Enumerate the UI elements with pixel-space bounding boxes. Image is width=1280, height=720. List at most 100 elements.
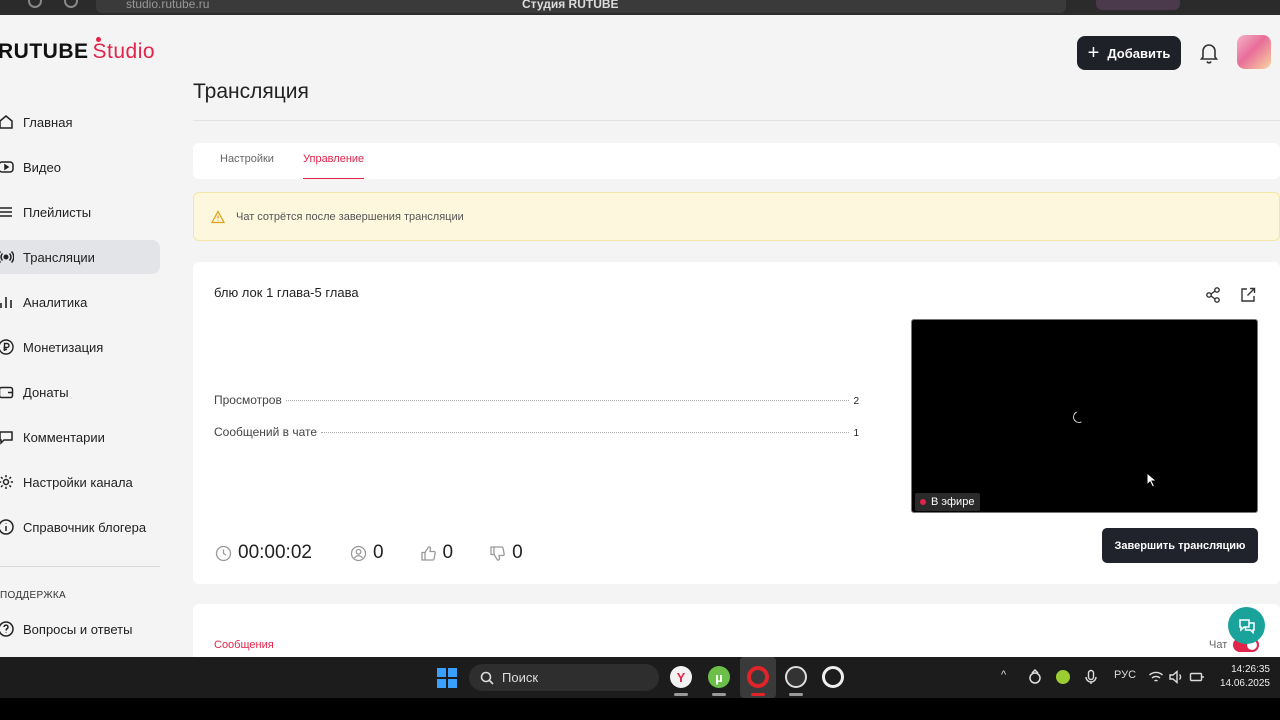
- tray-chevron-icon[interactable]: ^: [1001, 669, 1006, 681]
- user-icon: [350, 545, 367, 561]
- ruble-icon: [0, 339, 14, 355]
- microphone-icon[interactable]: [1083, 669, 1099, 685]
- dislikes-counter: 0: [489, 542, 523, 564]
- broadcast-icon: [0, 249, 14, 265]
- rutube-studio-logo[interactable]: RUTUBE Studio: [0, 37, 155, 64]
- stat-value: 1: [853, 428, 859, 439]
- back-icon[interactable]: [28, 0, 42, 8]
- info-icon: [0, 519, 14, 535]
- sidebar-item-home[interactable]: Главная: [0, 105, 160, 139]
- avatar[interactable]: [1237, 35, 1271, 69]
- sidebar-item-donations[interactable]: Донаты: [0, 375, 160, 409]
- stat-label: Просмотров: [214, 393, 282, 407]
- window-title: Студия RUTUBE: [522, 0, 619, 11]
- yandex-browser-icon[interactable]: Y: [670, 666, 692, 688]
- viewers-counter: 0: [350, 542, 384, 564]
- sidebar-item-channel-settings[interactable]: Настройки канала: [0, 465, 160, 499]
- logo-brand: RUTUBE: [0, 40, 89, 63]
- tabs-bar: Настройки Управление: [193, 143, 1280, 179]
- sidebar-item-faq[interactable]: Вопросы и ответы: [0, 612, 160, 646]
- clock-icon: [215, 545, 232, 561]
- tray-app-icon[interactable]: [1027, 669, 1043, 685]
- stream-title: блю лок 1 глава-5 глава: [214, 285, 359, 300]
- search-placeholder: Поиск: [502, 670, 539, 685]
- sidebar-item-label: Аналитика: [23, 294, 88, 310]
- windows-start-icon[interactable]: [437, 668, 457, 688]
- stat-value: 2: [853, 396, 859, 407]
- mouse-cursor-icon: [1146, 472, 1158, 488]
- reload-icon[interactable]: [64, 0, 78, 8]
- gear-icon: [0, 474, 14, 490]
- share-icon[interactable]: [1204, 286, 1222, 304]
- analytics-icon: [0, 294, 14, 310]
- stat-leader: [321, 432, 850, 433]
- battery-icon[interactable]: [1189, 669, 1205, 685]
- chat-warning-banner: Чат сотрётся после завершения трансляции: [193, 192, 1280, 241]
- tab-messages[interactable]: Сообщения: [214, 639, 274, 651]
- comment-icon: [0, 429, 14, 445]
- playlist-icon: [0, 204, 14, 220]
- browser-profile-pill[interactable]: [1096, 0, 1180, 10]
- end-stream-button[interactable]: Завершить трансляцию: [1102, 528, 1258, 563]
- sidebar-item-label: Вопросы и ответы: [23, 621, 133, 637]
- chat-toggle-label: Чат: [1209, 639, 1228, 651]
- sidebar-item-broadcasts[interactable]: Трансляции: [0, 240, 160, 274]
- warning-text: Чат сотрётся после завершения трансляции: [236, 210, 464, 223]
- support-chat-button[interactable]: [1228, 607, 1265, 644]
- windows-taskbar: Поиск Y µ ^ РУС 14:26:35 14.06.2025: [0, 657, 1280, 698]
- wallet-icon: [0, 384, 14, 400]
- browser-chrome: studio.rutube.ru Студия RUTUBE: [0, 0, 1280, 15]
- timer-value: 00:00:02: [238, 542, 312, 563]
- sidebar-item-label: Видео: [23, 159, 61, 175]
- tab-management[interactable]: Управление: [303, 143, 365, 179]
- sidebar-item-playlists[interactable]: Плейлисты: [0, 195, 160, 229]
- tray-status-icon[interactable]: [1055, 669, 1071, 685]
- studio-app: RUTUBE Studio + Добавить Главная Видео Пл…: [0, 15, 1280, 657]
- utorrent-icon[interactable]: µ: [708, 666, 730, 688]
- chat-card: Сообщения Чат: [193, 604, 1280, 657]
- stream-card: блю лок 1 глава-5 глава Просмотров 2 Соо…: [193, 262, 1280, 584]
- thumbs-up-icon: [420, 545, 436, 561]
- language-indicator[interactable]: РУС: [1114, 669, 1136, 681]
- stream-preview-player[interactable]: В эфире: [911, 319, 1258, 513]
- sidebar-item-label: Комментарии: [23, 429, 105, 445]
- obs-icon[interactable]: [785, 666, 807, 688]
- sidebar: Главная Видео Плейлисты Трансляции Анали…: [0, 90, 165, 657]
- dislikes-value: 0: [512, 542, 523, 563]
- sidebar-item-label: Главная: [23, 114, 73, 130]
- screen-bottom-edge: [0, 698, 1280, 720]
- taskbar-indicator: [751, 693, 765, 696]
- taskbar-clock[interactable]: 14:26:35 14.06.2025: [1218, 663, 1270, 691]
- sidebar-item-monetization[interactable]: Монетизация: [0, 330, 160, 364]
- sidebar-divider: [0, 566, 160, 567]
- sidebar-item-video[interactable]: Видео: [0, 150, 160, 184]
- sidebar-item-label: Справочник блогера: [23, 519, 147, 535]
- stat-views: Просмотров 2: [214, 393, 859, 407]
- stream-counters: 00:00:02 0 0 0: [215, 542, 559, 564]
- support-heading: ПОДДЕРЖКА: [0, 590, 66, 601]
- video-icon: [0, 159, 14, 175]
- stream-timer: 00:00:02: [215, 542, 312, 564]
- stat-label: Сообщений в чате: [214, 425, 318, 439]
- sidebar-item-blogger-guide[interactable]: Справочник блогера: [0, 510, 160, 544]
- tab-settings[interactable]: Настройки: [220, 143, 274, 179]
- taskbar-indicator: [674, 693, 688, 696]
- taskbar-indicator: [712, 693, 726, 696]
- add-button[interactable]: + Добавить: [1077, 36, 1181, 70]
- add-button-label: Добавить: [1107, 45, 1171, 61]
- thumbs-down-icon: [490, 545, 505, 561]
- sidebar-item-label: Настройки канала: [23, 474, 133, 490]
- sidebar-item-analytics[interactable]: Аналитика: [0, 285, 160, 319]
- sidebar-item-comments[interactable]: Комментарии: [0, 420, 160, 454]
- app-ring-icon[interactable]: [822, 666, 844, 688]
- wifi-icon[interactable]: [1148, 669, 1164, 685]
- chat-bubbles-icon: [1238, 618, 1255, 634]
- taskbar-search[interactable]: Поиск: [469, 664, 659, 691]
- open-external-icon[interactable]: [1239, 286, 1257, 304]
- opera-icon[interactable]: [747, 666, 769, 688]
- volume-icon[interactable]: [1168, 669, 1184, 685]
- bell-icon[interactable]: [1199, 42, 1219, 64]
- sidebar-item-label: Донаты: [23, 384, 69, 400]
- clock-date: 14.06.2025: [1219, 678, 1270, 689]
- search-icon: [480, 671, 494, 685]
